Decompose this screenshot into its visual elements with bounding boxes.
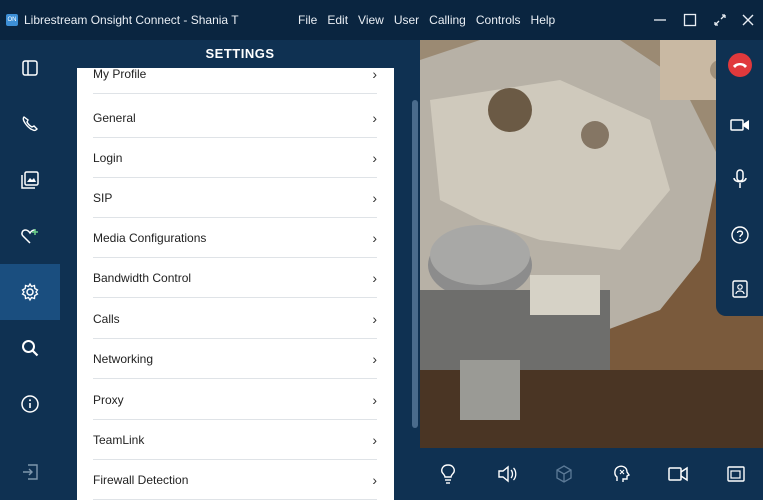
minimize-button[interactable]: [645, 0, 675, 40]
chevron-right-icon: ›: [372, 391, 377, 408]
settings-item-my-profile[interactable]: My Profile ›: [93, 68, 377, 94]
chevron-right-icon: ›: [372, 149, 377, 166]
settings-item-login[interactable]: Login ›: [93, 138, 377, 178]
chevron-right-icon: ›: [372, 229, 377, 246]
help-button[interactable]: [716, 212, 763, 258]
menu-view[interactable]: View: [358, 13, 384, 27]
sign-out-icon: [23, 464, 38, 480]
settings-panel: SETTINGS My Profile › General › Login › …: [60, 40, 420, 500]
video-camera-icon: [668, 466, 688, 482]
contacts-button[interactable]: [716, 266, 763, 312]
settings-item-label: Media Configurations: [93, 230, 207, 245]
chevron-right-icon: ›: [372, 471, 377, 488]
settings-item-label: Login: [93, 150, 123, 165]
toggle-video-button[interactable]: [716, 102, 763, 148]
phone-icon: [22, 116, 38, 132]
chevron-right-icon: ›: [372, 189, 377, 206]
end-call-icon: [727, 53, 752, 77]
window-title: Librestream Onsight Connect - Shania T: [24, 13, 239, 27]
settings-list: My Profile › General › Login › SIP › Med…: [77, 68, 394, 500]
info-icon: [21, 395, 39, 413]
3d-view-button[interactable]: [540, 448, 588, 500]
settings-item-teamlink[interactable]: TeamLink ›: [93, 420, 377, 460]
expand-arrows-icon: [714, 14, 726, 26]
menu-controls[interactable]: Controls: [476, 13, 521, 27]
settings-title: SETTINGS: [205, 46, 275, 61]
panel-toggle-icon: [22, 60, 38, 76]
nav-info[interactable]: [0, 376, 60, 432]
call-controls-bar: [716, 40, 763, 316]
gallery-icon: [21, 171, 39, 189]
settings-item-calls[interactable]: Calls ›: [93, 299, 377, 339]
microphone-icon: [732, 169, 747, 188]
menu-help[interactable]: Help: [531, 13, 556, 27]
menu-file[interactable]: File: [298, 13, 317, 27]
chevron-right-icon: ›: [372, 431, 377, 448]
nav-panel-toggle[interactable]: [0, 40, 60, 96]
settings-item-bandwidth-control[interactable]: Bandwidth Control ›: [93, 258, 377, 298]
settings-item-networking[interactable]: Networking ›: [93, 339, 377, 379]
menu-edit[interactable]: Edit: [327, 13, 348, 27]
3d-box-icon: [556, 465, 572, 483]
chevron-right-icon: ›: [372, 269, 377, 286]
chevron-right-icon: ›: [372, 109, 377, 126]
settings-item-general[interactable]: General ›: [93, 98, 377, 138]
app-window: ON Librestream Onsight Connect - Shania …: [0, 0, 763, 500]
settings-scrollbar[interactable]: [412, 100, 418, 428]
chevron-right-icon: ›: [372, 350, 377, 367]
app-logo-icon: ON: [6, 14, 18, 26]
media-toolbar: [420, 448, 763, 500]
settings-item-label: General: [93, 110, 136, 125]
help-icon: [730, 226, 749, 244]
settings-item-media-configurations[interactable]: Media Configurations ›: [93, 218, 377, 258]
nav-calls[interactable]: [0, 96, 60, 152]
settings-item-label: Bandwidth Control: [93, 270, 192, 285]
settings-item-label: SIP: [93, 190, 113, 205]
video-frame-image: [420, 40, 763, 448]
settings-item-sip[interactable]: SIP ›: [93, 178, 377, 218]
chevron-right-icon: ›: [372, 68, 377, 82]
close-button[interactable]: [733, 0, 763, 40]
lightbulb-icon: [441, 464, 455, 484]
settings-item-firewall-detection[interactable]: Firewall Detection ›: [93, 460, 377, 500]
minimize-icon: [654, 19, 666, 21]
settings-item-label: Calls: [93, 311, 120, 326]
head-tracking-icon: [614, 465, 631, 482]
maximize-icon: [683, 13, 697, 27]
nav-sign-out[interactable]: [0, 444, 60, 500]
flashlight-button[interactable]: [424, 448, 472, 500]
speaker-button[interactable]: [483, 448, 531, 500]
head-tracking-button[interactable]: [598, 448, 646, 500]
end-call-button[interactable]: [716, 42, 763, 88]
nav-favorites[interactable]: [0, 208, 60, 264]
settings-item-label: My Profile: [93, 68, 147, 81]
picture-in-picture-icon: [727, 466, 745, 482]
contact-card-icon: [731, 280, 748, 298]
maximize-button[interactable]: [675, 0, 705, 40]
settings-gear-icon: [21, 282, 39, 302]
search-icon: [22, 340, 39, 357]
nav-gallery[interactable]: [0, 152, 60, 208]
settings-item-proxy[interactable]: Proxy ›: [93, 380, 377, 420]
video-feed[interactable]: [420, 40, 763, 448]
close-icon: [742, 14, 754, 26]
settings-item-label: Networking: [93, 351, 154, 366]
toggle-microphone-button[interactable]: [716, 156, 763, 202]
picture-in-picture-button[interactable]: [712, 448, 760, 500]
settings-item-label: Proxy: [93, 392, 124, 407]
nav-search[interactable]: [0, 320, 60, 376]
video-camera-icon: [729, 119, 749, 131]
settings-item-label: TeamLink: [93, 432, 145, 447]
favorites-heart-icon: [21, 229, 38, 244]
chevron-right-icon: ›: [372, 310, 377, 327]
nav-settings[interactable]: [0, 264, 60, 320]
speaker-icon: [498, 465, 517, 483]
menu-calling[interactable]: Calling: [429, 13, 466, 27]
video-toggle-button[interactable]: [654, 448, 702, 500]
left-navigation: [0, 40, 60, 500]
menu-bar: File Edit View User Calling Controls Hel…: [298, 0, 555, 40]
fullscreen-button[interactable]: [705, 0, 735, 40]
menu-user[interactable]: User: [394, 13, 419, 27]
settings-item-label: Firewall Detection: [93, 472, 189, 487]
